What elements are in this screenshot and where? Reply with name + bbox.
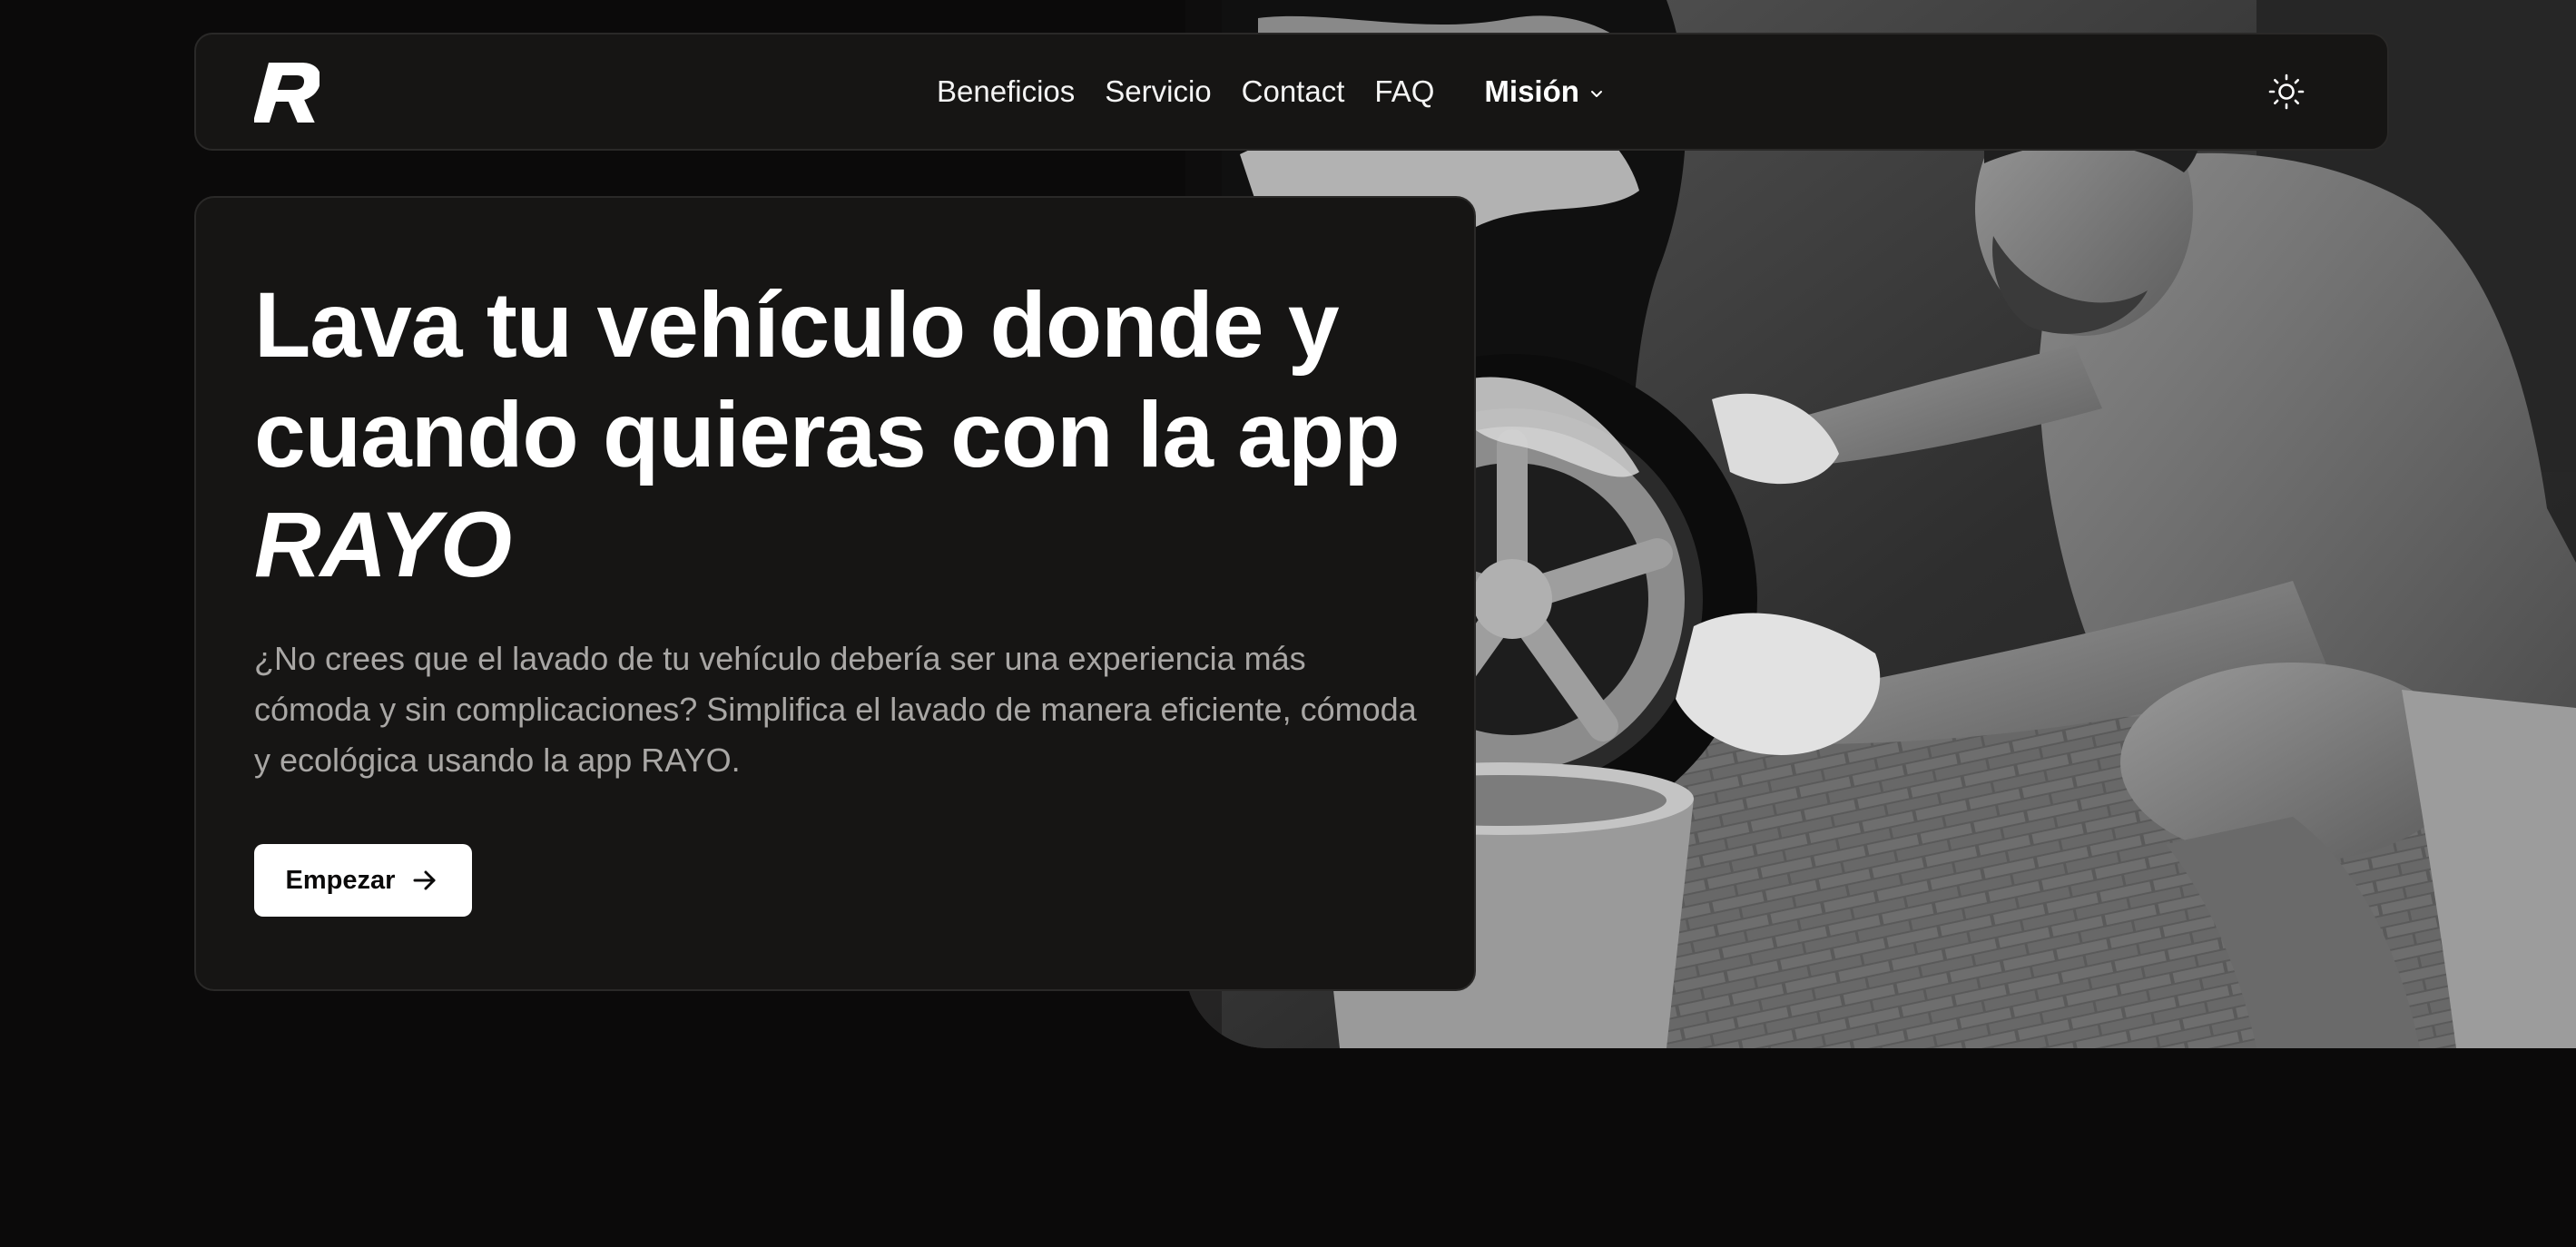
nav-link-servicio[interactable]: Servicio (1105, 74, 1211, 109)
hero-title-line-2: cuando quieras con la app (254, 383, 1401, 486)
rayo-logo[interactable] (254, 63, 320, 123)
nav-dropdown-label: Misión (1484, 74, 1579, 108)
nav-links: Beneficios Servicio Contact FAQ Misión (937, 34, 1605, 149)
nav-link-beneficios[interactable]: Beneficios (937, 74, 1075, 109)
hero-card: Lava tu vehículo donde y cuando quieras … (194, 196, 1476, 991)
landing-page: Beneficios Servicio Contact FAQ Misión L… (0, 0, 2576, 1247)
hero-title-line-1: Lava tu vehículo donde y (254, 273, 1340, 377)
chevron-down-icon (1590, 91, 1602, 97)
empezar-button-label: Empezar (285, 865, 396, 895)
empezar-button[interactable]: Empezar (254, 844, 472, 917)
arrow-right-icon (413, 870, 436, 890)
top-navbar: Beneficios Servicio Contact FAQ Misión (194, 33, 2389, 151)
nav-link-contact[interactable]: Contact (1242, 74, 1345, 109)
hero-title-brand: RAYO (254, 493, 512, 596)
nav-link-faq[interactable]: FAQ (1374, 74, 1434, 109)
hero-description: ¿No crees que el lavado de tu vehículo d… (254, 640, 1417, 779)
sun-icon[interactable] (2268, 74, 2305, 110)
nav-dropdown-mision[interactable]: Misión (1484, 74, 1605, 109)
hero-title: Lava tu vehículo donde y cuando quieras … (254, 270, 1452, 600)
